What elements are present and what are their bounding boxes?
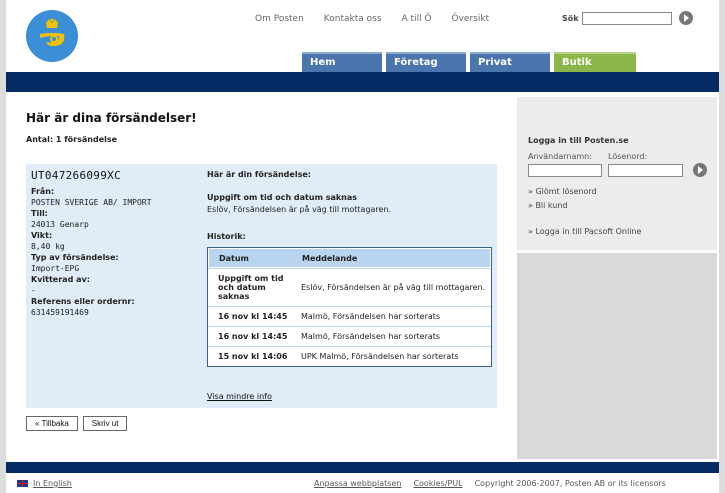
sidebar-placeholder-box: [517, 253, 717, 459]
table-row: Uppgift om tid och datum saknas Eslöv, F…: [208, 268, 491, 306]
history-message: Malmö, Försändelsen har sorterats: [301, 312, 441, 321]
page: Om Posten Kontakta oss A till Ö Översikt…: [6, 0, 719, 493]
forgot-password-link[interactable]: » Glömt lösenord: [528, 185, 641, 199]
nav-link-oversikt[interactable]: Översikt: [452, 14, 490, 24]
tab-butik[interactable]: Butik: [554, 52, 636, 72]
back-button[interactable]: « Tillbaka: [26, 416, 78, 431]
login-go-icon[interactable]: [693, 163, 707, 177]
detail-label-from: Från:: [31, 187, 55, 196]
english-link-wrap: In English: [17, 479, 72, 488]
search-label: Sök: [562, 13, 579, 23]
password-label: Lösenord:: [608, 152, 648, 161]
cookies-link[interactable]: Cookies/PUL: [413, 479, 462, 488]
become-customer-link[interactable]: » Bli kund: [528, 199, 641, 213]
english-link[interactable]: In English: [33, 479, 72, 488]
detail-label-type: Typ av försändelse:: [31, 253, 119, 262]
username-label: Användarnamn:: [528, 152, 592, 161]
header-bar: [6, 72, 719, 92]
search-go-icon[interactable]: [678, 11, 693, 25]
posten-logo[interactable]: [26, 10, 78, 62]
nav-link-a-till-o[interactable]: A till Ö: [402, 14, 432, 24]
username-field[interactable]: [528, 163, 602, 177]
history-date: 16 nov kl 14:45: [218, 332, 288, 341]
nav-link-om-posten[interactable]: Om Posten: [255, 14, 304, 24]
history-date: 15 nov kl 14:06: [218, 352, 288, 361]
tab-privat[interactable]: Privat: [470, 52, 550, 72]
posthorn-crown-icon: [40, 18, 65, 47]
detail-label-reference: Referens eller ordernr:: [31, 297, 135, 306]
history-header-date: Datum: [219, 253, 249, 263]
detail-value-weight: 8,40 kg: [31, 242, 65, 251]
history-table: Datum Meddelande Uppgift om tid och datu…: [207, 247, 492, 367]
detail-label-signed-by: Kvitterad av:: [31, 275, 90, 284]
login-fields: [528, 163, 707, 177]
history-date: 16 nov kl 14:45: [218, 312, 288, 321]
footer-links: Anpassa webbplatsen Cookies/PUL Copyrigh…: [314, 479, 666, 488]
status-title: Uppgift om tid och datum saknas: [207, 193, 358, 202]
status-heading: Här är din försändelse:: [207, 170, 311, 179]
login-title: Logga in till Posten.se: [528, 136, 629, 145]
login-links: » Glömt lösenord » Bli kund » Logga in t…: [528, 185, 641, 239]
pacsoft-login-link[interactable]: » Logga in till Pacsoft Online: [528, 225, 641, 239]
customize-site-link[interactable]: Anpassa webbplatsen: [314, 479, 401, 488]
tab-hem[interactable]: Hem: [302, 52, 382, 72]
status-message: Eslöv, Försändelsen är på väg till motta…: [207, 205, 392, 214]
search-input[interactable]: [581, 11, 672, 25]
shipment-count: Antal: 1 försändelse: [26, 135, 118, 144]
action-buttons: « Tillbaka Skriv ut: [26, 416, 128, 431]
history-message: UPK Malmö, Försändelsen har sorterats: [301, 352, 459, 361]
uk-flag-icon: [17, 480, 28, 487]
history-header: Datum Meddelande: [208, 248, 491, 268]
history-date: Uppgift om tid och datum saknas: [218, 274, 284, 301]
main-content: Här är dina försändelser! Antal: 1 försä…: [6, 92, 512, 460]
detail-value-reference: 631459191469: [31, 308, 89, 317]
page-title: Här är dina försändelser!: [26, 111, 197, 125]
print-button[interactable]: Skriv ut: [82, 416, 128, 431]
footer-bar: [6, 462, 719, 473]
login-panel: Logga in till Posten.se Användarnamn: Lö…: [517, 97, 717, 250]
history-message: Eslöv, Försändelsen är på väg till motta…: [301, 283, 486, 292]
search-box: Sök: [562, 11, 693, 25]
shipment-details: Från: POSTEN SVERIGE AB/ IMPORT Till: 24…: [31, 186, 201, 318]
shipment-id: UT047266099XC: [31, 169, 121, 182]
tab-foretag[interactable]: Företag: [386, 52, 466, 72]
table-row: 15 nov kl 14:06 UPK Malmö, Försändelsen …: [208, 346, 491, 366]
detail-value-signed-by: -: [31, 286, 36, 295]
detail-value-from: POSTEN SVERIGE AB/ IMPORT: [31, 198, 152, 207]
detail-label-to: Till:: [31, 209, 48, 218]
copyright: Copyright 2006-2007, Posten AB or its li…: [474, 479, 666, 488]
main-tabs: Hem Företag Privat Butik: [302, 52, 640, 72]
shipment-status: Här är din försändelse: Uppgift om tid o…: [207, 170, 492, 367]
password-field[interactable]: [608, 163, 683, 177]
detail-value-to: 24013 Genarp: [31, 220, 89, 229]
nav-link-kontakta-oss[interactable]: Kontakta oss: [324, 14, 382, 24]
shipment-panel: UT047266099XC Från: POSTEN SVERIGE AB/ I…: [26, 164, 497, 408]
detail-label-weight: Vikt:: [31, 231, 53, 240]
top-navigation: Om Posten Kontakta oss A till Ö Översikt: [255, 14, 509, 24]
history-header-message: Meddelande: [302, 253, 358, 263]
table-row: 16 nov kl 14:45 Malmö, Försändelsen har …: [208, 306, 491, 326]
history-label: Historik:: [207, 232, 246, 241]
table-row: 16 nov kl 14:45 Malmö, Försändelsen har …: [208, 326, 491, 346]
history-message: Malmö, Försändelsen har sorterats: [301, 332, 441, 341]
login-labels: Användarnamn: Lösenord:: [528, 152, 647, 161]
footer: In English Anpassa webbplatsen Cookies/P…: [6, 475, 719, 493]
show-less-info-link[interactable]: Visa mindre info: [207, 392, 272, 401]
detail-value-type: Import-EPG: [31, 264, 80, 273]
